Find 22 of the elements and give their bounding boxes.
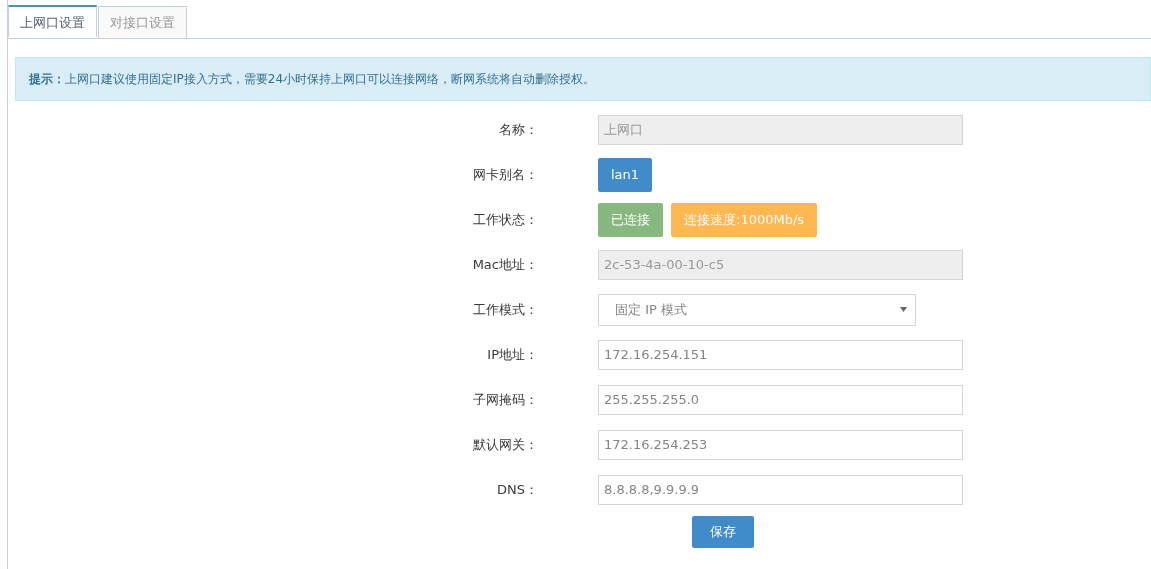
field-label: Mac地址：: [471, 255, 539, 274]
field-label: 工作状态：: [472, 210, 539, 229]
alert-message: 提示：上网口建议使用固定IP接入方式，需要24小时保持上网口可以连接网络，断网系统将自动删除授权。: [15, 57, 1151, 101]
text-field[interactable]: 172.16.254.253: [598, 429, 963, 460]
mode-select[interactable]: 固定 IP 模式: [598, 293, 916, 326]
field-label: 网卡别名：: [472, 165, 539, 184]
field-label: 工作模式：: [472, 300, 539, 319]
status-badge: 连接速度:1000Mb/s: [671, 202, 818, 237]
status-badge: 已连接: [598, 202, 663, 237]
field-label: IP地址：: [486, 345, 539, 364]
tab[interactable]: 对接口设置: [98, 6, 187, 38]
caret-icon: [900, 307, 907, 312]
field-label: 子网掩码：: [472, 390, 539, 409]
text-field[interactable]: 172.16.254.151: [598, 339, 963, 370]
save-button[interactable]: 保存: [692, 516, 754, 548]
field-label: 默认网关：: [472, 435, 539, 454]
text-field[interactable]: 255.255.255.0: [598, 384, 963, 415]
text-field[interactable]: 8.8.8.8,9.9.9.9: [598, 474, 963, 505]
field-label: 名称：: [498, 120, 539, 139]
status-badge: lan1: [598, 157, 653, 192]
field-label: DNS：: [496, 480, 539, 499]
tab[interactable]: 上网口设置: [8, 5, 97, 37]
